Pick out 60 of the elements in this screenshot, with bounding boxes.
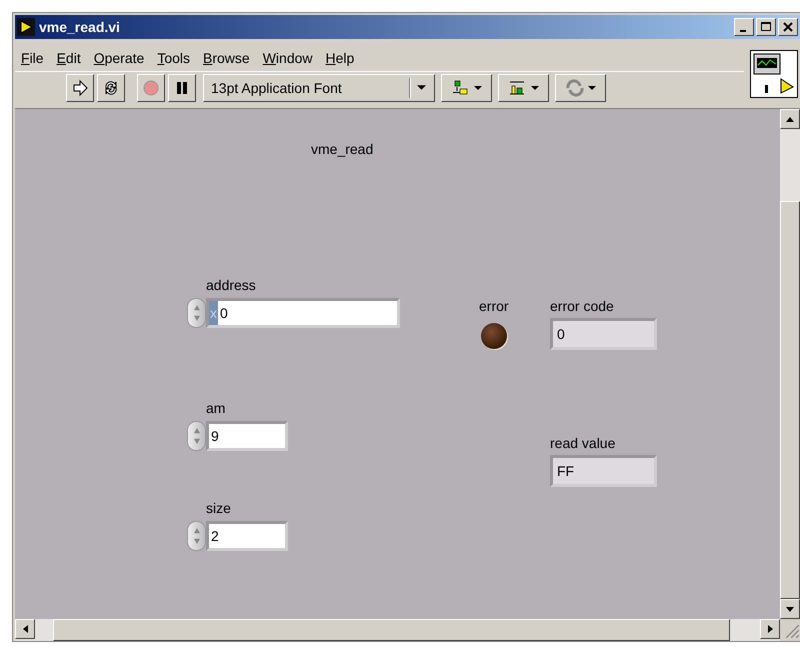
menu-item[interactable]: Edit bbox=[56, 50, 81, 66]
decrement-arrow-icon[interactable] bbox=[194, 538, 200, 544]
abort-button[interactable] bbox=[137, 74, 165, 102]
increment-decrement-button[interactable] bbox=[187, 298, 206, 328]
control-label: error bbox=[479, 298, 509, 314]
align-objects-icon bbox=[450, 79, 482, 97]
control-label: am bbox=[206, 400, 226, 416]
right-arrow-icon[interactable] bbox=[768, 625, 772, 633]
control-label: size bbox=[206, 500, 231, 516]
numeric-indicator: FF bbox=[550, 455, 657, 487]
numeric-indicator: 0 bbox=[550, 318, 657, 350]
menu-item[interactable]: Operate bbox=[94, 50, 144, 66]
close-icon bbox=[783, 22, 793, 32]
increment-decrement-button[interactable] bbox=[187, 421, 206, 451]
field-value: 0 bbox=[219, 305, 228, 321]
align-button[interactable] bbox=[441, 74, 492, 102]
vertical-scrollbar[interactable] bbox=[780, 109, 800, 619]
distribute-button[interactable] bbox=[498, 74, 549, 102]
control-label: address bbox=[206, 277, 256, 293]
maximize-button[interactable] bbox=[756, 18, 776, 36]
increment-decrement-button[interactable] bbox=[187, 521, 206, 551]
stop-icon bbox=[142, 79, 160, 97]
menu-item[interactable]: File bbox=[21, 50, 44, 66]
up-arrow-icon[interactable] bbox=[786, 116, 794, 122]
vi-connector-icon[interactable] bbox=[750, 50, 798, 98]
control-label: read value bbox=[550, 435, 616, 451]
reorder-icon bbox=[564, 79, 596, 97]
increment-arrow-icon[interactable] bbox=[194, 305, 200, 311]
control-label: error code bbox=[550, 298, 614, 314]
close-button[interactable] bbox=[778, 18, 798, 36]
menu-item[interactable]: Browse bbox=[203, 50, 250, 66]
reorder-button[interactable] bbox=[555, 74, 606, 102]
numeric-input-field[interactable]: 2 bbox=[206, 521, 288, 551]
minimize-icon bbox=[740, 30, 746, 32]
pause-button[interactable] bbox=[168, 74, 196, 102]
panel-label: vme_read bbox=[311, 141, 374, 157]
menu-item[interactable]: Help bbox=[326, 50, 354, 66]
horizontal-scrollbar[interactable] bbox=[15, 619, 780, 641]
field-value: 9 bbox=[210, 428, 219, 444]
numeric-input-field[interactable]: x 0 bbox=[206, 298, 400, 328]
font-dropdown[interactable]: 13pt Application Font bbox=[203, 74, 435, 102]
increment-arrow-icon[interactable] bbox=[194, 428, 200, 434]
numeric-input-field[interactable]: 9 bbox=[206, 421, 288, 451]
maximize-icon bbox=[761, 22, 771, 32]
run-button[interactable] bbox=[66, 74, 94, 102]
menu-item[interactable]: Tools bbox=[157, 50, 190, 66]
decrement-arrow-icon[interactable] bbox=[194, 315, 200, 321]
arrow-icon bbox=[71, 79, 89, 97]
left-arrow-icon[interactable] bbox=[22, 625, 28, 633]
field-value: 2 bbox=[210, 528, 219, 544]
decrement-arrow-icon[interactable] bbox=[194, 438, 200, 444]
increment-arrow-icon[interactable] bbox=[194, 528, 200, 534]
run-continuously-button[interactable] bbox=[97, 74, 125, 102]
minimize-button[interactable] bbox=[734, 18, 754, 36]
distribute-objects-icon bbox=[508, 79, 540, 97]
menu-item[interactable]: Window bbox=[262, 50, 313, 66]
caret-icon bbox=[417, 85, 426, 91]
vi-icon bbox=[17, 18, 35, 36]
window-title: vme_read.vi bbox=[39, 19, 121, 35]
down-arrow-icon[interactable] bbox=[786, 606, 794, 612]
